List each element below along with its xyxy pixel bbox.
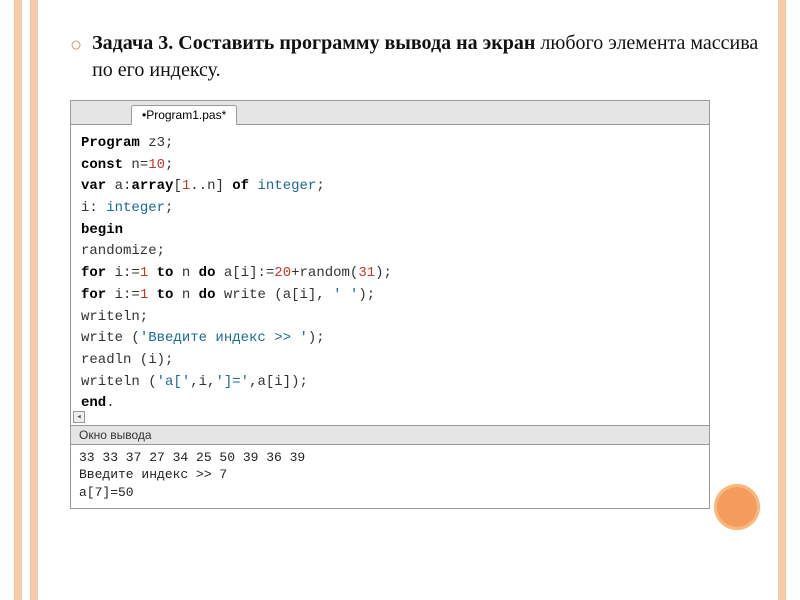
decor-stripe — [778, 0, 786, 600]
heading-bold: Задача 3. Составить программу вывода на … — [92, 32, 535, 54]
output-line: 33 33 37 27 34 25 50 39 36 39 — [79, 449, 701, 467]
code-line: var a:array[1..n] of integer; — [81, 176, 699, 198]
code-line: i: integer; — [81, 198, 699, 220]
code-line: writeln; — [81, 307, 699, 329]
slide-content: ○ Задача 3. Составить программу вывода н… — [70, 30, 760, 509]
code-line: const n=10; — [81, 155, 699, 177]
file-tab[interactable]: •Program1.pas* — [131, 105, 237, 125]
bullet-icon: ○ — [70, 34, 82, 57]
code-line: randomize; — [81, 241, 699, 263]
code-line: begin — [81, 220, 699, 242]
output-line: Введите индекс >> 7 — [79, 466, 701, 484]
code-line: Program z3; — [81, 133, 699, 155]
decor-stripe — [30, 0, 38, 600]
code-line: writeln ('a[',i,']=',a[i]); — [81, 372, 699, 394]
tab-bar: •Program1.pas* — [71, 101, 709, 125]
code-line: write ('Введите индекс >> '); — [81, 328, 699, 350]
code-editor[interactable]: Program z3; const n=10; var a:array[1..n… — [71, 125, 709, 425]
code-line: for i:=1 to n do write (a[i], ' '); — [81, 285, 699, 307]
scroll-left-icon[interactable]: ◂ — [73, 411, 85, 423]
output-line: a[7]=50 — [79, 484, 701, 502]
ide-frame: •Program1.pas* Program z3; const n=10; v… — [70, 100, 710, 509]
decor-stripe — [14, 0, 22, 600]
code-line: for i:=1 to n do a[i]:=20+random(31); — [81, 263, 699, 285]
heading-row: ○ Задача 3. Составить программу вывода н… — [70, 30, 760, 84]
code-line: readln (i); — [81, 350, 699, 372]
task-heading: Задача 3. Составить программу вывода на … — [92, 30, 760, 84]
code-line: end. — [81, 393, 699, 415]
output-panel-header: Окно вывода — [71, 425, 709, 445]
output-panel: 33 33 37 27 34 25 50 39 36 39 Введите ин… — [71, 445, 709, 508]
